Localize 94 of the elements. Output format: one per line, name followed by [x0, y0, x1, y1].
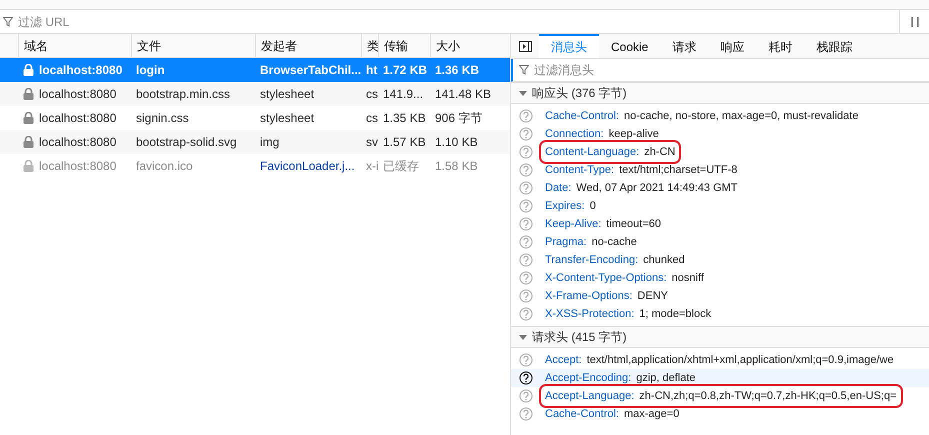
triangle-icon — [519, 333, 527, 341]
lock-icon — [23, 136, 34, 148]
domain-text: localhost:8080 — [39, 86, 116, 103]
pause-icon[interactable] — [910, 16, 918, 26]
header-value: Wed, 07 Apr 2021 14:49:43 GMT — [576, 180, 738, 196]
header-name: Accept-Language: — [545, 388, 634, 404]
header-value: DENY — [637, 288, 668, 304]
size-text: 1.36 KB — [435, 63, 480, 77]
domain-text: localhost:8080 — [39, 158, 116, 175]
initiator-text: stylesheet — [260, 111, 314, 125]
type-text: sv — [366, 135, 378, 149]
header-name: Content-Language: — [545, 144, 640, 160]
lock-icon — [23, 88, 34, 100]
sidebar-toggle-icon[interactable] — [518, 40, 532, 52]
domain-text: localhost:8080 — [39, 134, 116, 151]
column-header[interactable]: 域名 — [18, 34, 131, 57]
lock-icon — [23, 64, 34, 76]
section-title: 响应头 (376 字节) — [532, 85, 627, 102]
header-name: X-Content-Type-Options: — [545, 270, 667, 286]
column-header[interactable]: 传输 — [378, 34, 430, 57]
header-name: Content-Type: — [545, 162, 614, 178]
header-value: text/html;charset=UTF-8 — [619, 162, 738, 178]
filter-icon — [519, 65, 529, 75]
header-name: Pragma: — [545, 234, 587, 250]
header-name: Cache-Control: — [545, 406, 619, 422]
help-icon[interactable] — [519, 371, 533, 385]
size-text: 906 字节 — [435, 111, 482, 125]
detail-tab[interactable]: 栈跟踪 — [804, 34, 864, 58]
header-value: 1; mode=block — [639, 306, 712, 322]
file-text: favicon.ico — [136, 159, 193, 173]
header-name: Accept: — [545, 352, 582, 368]
section-title: 请求头 (415 字节) — [532, 329, 627, 346]
detail-tab[interactable]: 请求 — [660, 34, 708, 58]
triangle-icon — [519, 89, 527, 97]
filter-icon — [3, 16, 13, 26]
initiator-text: stylesheet — [260, 87, 314, 101]
type-text: cs — [366, 111, 378, 125]
transfer-text: 141.9... — [383, 87, 424, 101]
file-text: bootstrap-solid.svg — [136, 135, 237, 149]
header-name: Connection: — [545, 126, 604, 142]
request-row[interactable]: localhost:8080 bootstrap-solid.svg img sv 1.57 KB 1.10 KB — [0, 130, 510, 154]
url-filter-field[interactable]: 过滤 URL — [18, 12, 899, 30]
column-header[interactable]: 大小 — [430, 34, 510, 57]
detail-tab[interactable]: 响应 — [708, 34, 756, 58]
transfer-text: 1.35 KB — [383, 111, 426, 125]
transfer-text: 已缓存 — [383, 159, 419, 173]
type-text: x-i — [366, 159, 378, 173]
header-name: X-Frame-Options: — [545, 288, 632, 304]
header-value: no-cache — [592, 234, 637, 250]
header-name: Expires: — [545, 198, 585, 214]
header-value: 0 — [590, 198, 596, 214]
header-value: text/html,application/xhtml+xml,application/xml;q=0.9,image/we — [586, 352, 894, 368]
size-text: 1.58 KB — [435, 159, 478, 173]
header-value: no-cache, no-store, max-age=0, must-revalidate — [624, 108, 858, 124]
header-value: keep-alive — [608, 126, 659, 142]
header-value: gzip, deflate — [636, 370, 696, 386]
type-text: ht — [366, 63, 378, 77]
file-text: login — [136, 63, 165, 77]
request-row[interactable]: localhost:8080 login BrowserTabChil... ht 1.72 KB 1.36 KB — [0, 58, 510, 82]
section-header[interactable]: 响应头 (376 字节) — [511, 82, 929, 104]
initiator-text: FaviconLoader.j... — [260, 159, 355, 173]
lock-icon — [23, 112, 34, 124]
size-text: 1.10 KB — [435, 135, 478, 149]
column-header[interactable]: 发起者 — [255, 34, 361, 57]
header-name: Accept-Encoding: — [545, 370, 632, 386]
file-text: signin.css — [136, 111, 189, 125]
initiator-text: img — [260, 135, 280, 149]
header-value: max-age=0 — [624, 406, 680, 422]
header-value: timeout=60 — [606, 216, 661, 232]
lock-icon — [23, 160, 34, 172]
header-name: Cache-Control: — [545, 108, 619, 124]
column-header[interactable]: 文件 — [131, 34, 255, 57]
header-name: Date: — [545, 180, 572, 196]
initiator-text: BrowserTabChil... — [260, 63, 361, 77]
file-text: bootstrap.min.css — [136, 87, 230, 101]
detail-tab[interactable]: 耗时 — [756, 34, 804, 58]
domain-text: localhost:8080 — [39, 110, 116, 127]
request-row[interactable]: localhost:8080 bootstrap.min.css stylesheet cs 141.9... 141.48 KB — [0, 82, 510, 106]
size-text: 141.48 KB — [435, 87, 492, 101]
detail-tab[interactable]: 消息头 — [539, 34, 599, 58]
header-name: Keep-Alive: — [545, 216, 602, 232]
header-value: zh-CN,zh;q=0.8,zh-TW;q=0.7,zh-HK;q=0.5,en-US;q= — [639, 388, 896, 404]
domain-text: localhost:8080 — [39, 62, 122, 79]
type-text: cs — [366, 87, 378, 101]
header-name: Transfer-Encoding: — [545, 252, 638, 268]
header-value: zh-CN — [644, 144, 676, 160]
header-value: chunked — [643, 252, 685, 268]
detail-tab[interactable]: Cookie — [599, 34, 660, 58]
header-name: X-XSS-Protection: — [545, 306, 634, 322]
header-filter-field[interactable]: 过滤消息头 — [534, 61, 929, 79]
transfer-text: 1.57 KB — [383, 135, 426, 149]
header-value: nosniff — [672, 270, 704, 286]
section-header[interactable]: 请求头 (415 字节) — [511, 326, 929, 348]
transfer-text: 1.72 KB — [383, 63, 428, 77]
